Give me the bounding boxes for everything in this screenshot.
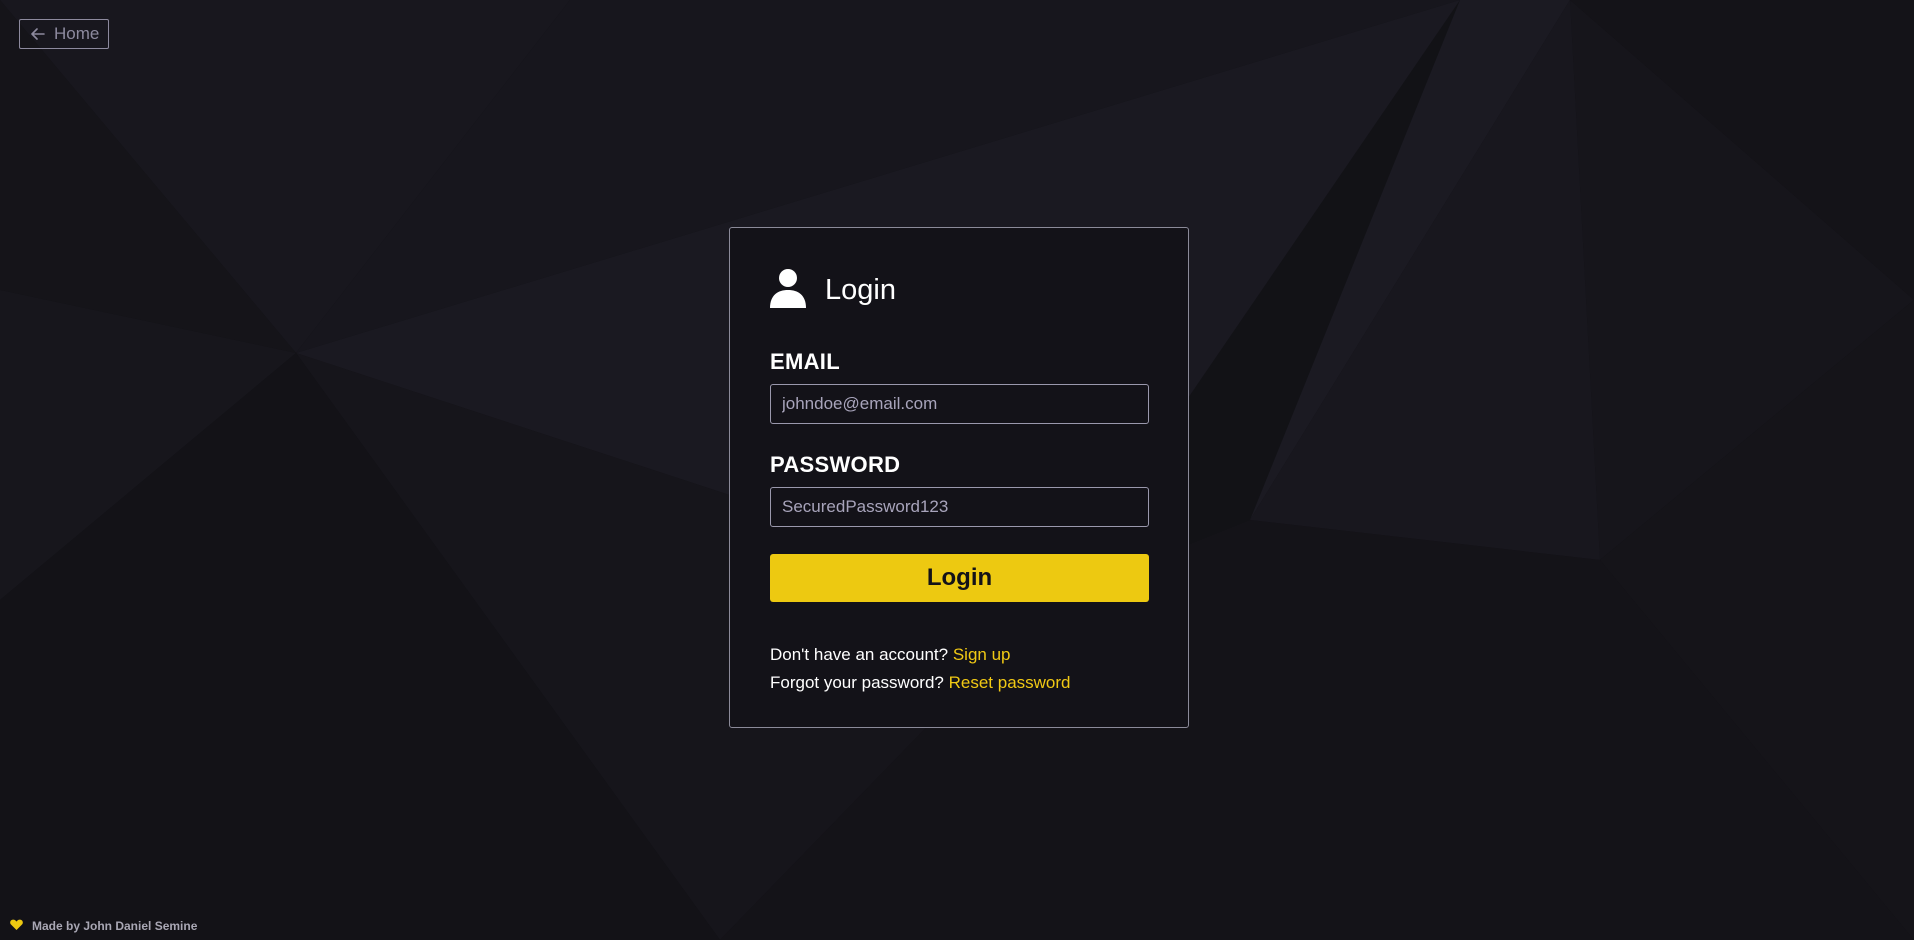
email-field[interactable] — [770, 384, 1149, 424]
signup-line: Don't have an account? Sign up — [770, 645, 1011, 665]
reset-line: Forgot your password? Reset password — [770, 673, 1071, 693]
signup-prompt: Don't have an account? — [770, 645, 949, 664]
reset-prompt: Forgot your password? — [770, 673, 944, 692]
email-label: EMAIL — [770, 349, 840, 374]
signup-link[interactable]: Sign up — [953, 645, 1011, 664]
reset-password-link[interactable]: Reset password — [949, 673, 1071, 692]
home-button-label: Home — [54, 24, 100, 43]
login-title: Login — [825, 274, 896, 306]
home-button[interactable]: Home — [19, 19, 109, 49]
arrow-left-icon — [31, 28, 45, 40]
login-card-header: Login — [770, 268, 896, 313]
password-field[interactable] — [770, 487, 1149, 527]
password-label: PASSWORD — [770, 452, 901, 477]
footer-credit: Made by John Daniel Semine — [10, 919, 197, 933]
login-card: Login EMAIL PASSWORD Login Don't have an… — [729, 227, 1189, 728]
footer-credit-text: Made by John Daniel Semine — [32, 919, 198, 933]
user-icon — [770, 268, 806, 313]
login-button[interactable]: Login — [770, 554, 1149, 602]
heart-icon — [10, 919, 23, 933]
